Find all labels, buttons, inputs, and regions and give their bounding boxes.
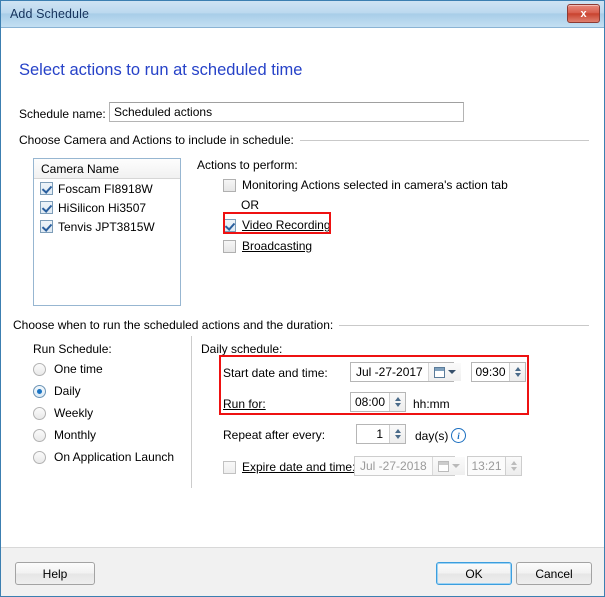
spinner-down-icon[interactable]	[514, 373, 521, 377]
spinner-down-icon[interactable]	[394, 435, 401, 439]
camera-list[interactable]: Camera Name Foscam FI8918W HiSilicon Hi3…	[33, 158, 181, 306]
list-item[interactable]: HiSilicon Hi3507	[34, 198, 180, 217]
radio-icon[interactable]	[33, 384, 46, 398]
radio-icon[interactable]	[33, 428, 46, 442]
radio-label: Weekly	[54, 406, 94, 420]
checkbox-icon[interactable]	[223, 460, 236, 474]
ok-button[interactable]: OK	[436, 562, 512, 585]
spinner-up-icon[interactable]	[394, 397, 401, 401]
column-divider	[191, 336, 192, 488]
start-time-value: 09:30	[475, 365, 506, 379]
title-bar: Add Schedule x	[1, 1, 604, 28]
repeat-after-every-label: Repeat after every:	[223, 428, 326, 442]
page-title: Select actions to run at scheduled time	[19, 61, 303, 79]
list-item[interactable]: Foscam FI8918W	[34, 179, 180, 198]
camera-name: Tenvis JPT3815W	[58, 219, 155, 234]
dialog-footer: Help OK Cancel	[1, 547, 604, 596]
repeat-interval-field[interactable]: 1	[356, 424, 406, 444]
start-date-field[interactable]: Jul -27-2017	[350, 362, 461, 382]
run-schedule-label: Run Schedule:	[33, 342, 112, 356]
radio-icon[interactable]	[33, 362, 46, 376]
spinner-up-icon[interactable]	[510, 461, 517, 465]
radio-label: On Application Launch	[54, 450, 175, 464]
run-for-field[interactable]: 08:00	[350, 392, 406, 412]
help-button[interactable]: Help	[15, 562, 95, 585]
start-date-time-label-text: Start date and time:	[223, 366, 328, 380]
checkbox-icon[interactable]	[223, 178, 236, 192]
calendar-dropdown-icon[interactable]	[427, 363, 461, 381]
start-date-time-label: Start date and time:	[223, 366, 328, 380]
run-for-value: 08:00	[354, 395, 386, 409]
checkbox-label: Monitoring Actions selected in camera's …	[242, 178, 508, 192]
spinner-icon[interactable]	[505, 457, 521, 475]
spinner-up-icon[interactable]	[394, 429, 401, 433]
checkbox-expire-date-time[interactable]: Expire date and time:	[223, 460, 355, 474]
radio-icon[interactable]	[33, 450, 46, 464]
radio-label: Monthly	[54, 428, 97, 442]
expire-date-field[interactable]: Jul -27-2018	[354, 456, 465, 476]
actions-to-perform-label: Actions to perform:	[197, 158, 298, 172]
schedule-name-input[interactable]	[109, 102, 464, 122]
radio-weekly[interactable]: Weekly	[33, 406, 93, 420]
calendar-icon	[437, 460, 449, 472]
when-group-caption: Choose when to run the scheduled actions…	[13, 318, 340, 332]
radio-on-application-launch[interactable]: On Application Launch	[33, 450, 174, 464]
spinner-icon[interactable]	[509, 363, 525, 381]
chevron-down-icon	[451, 464, 460, 468]
start-date-value: Jul -27-2017	[356, 365, 423, 379]
checkbox-broadcasting[interactable]: Broadcasting	[223, 239, 312, 253]
start-time-field[interactable]: 09:30	[471, 362, 526, 382]
or-separator-label: OR	[241, 198, 259, 212]
radio-label: Daily	[54, 384, 81, 398]
checkbox-icon[interactable]	[40, 220, 53, 233]
spinner-icon[interactable]	[389, 425, 405, 443]
radio-icon[interactable]	[33, 406, 46, 420]
info-icon[interactable]: i	[451, 428, 466, 443]
checkbox-video-recording[interactable]: Video Recording	[223, 218, 331, 232]
checkbox-monitoring-actions[interactable]: Monitoring Actions selected in camera's …	[223, 178, 508, 192]
checkbox-icon[interactable]	[40, 182, 53, 195]
repeat-interval-value: 1	[376, 427, 383, 441]
repeat-suffix: day(s)	[415, 429, 449, 443]
spinner-icon[interactable]	[389, 393, 405, 411]
camera-name: HiSilicon Hi3507	[58, 200, 147, 215]
radio-label: One time	[54, 362, 103, 376]
camera-list-header: Camera Name	[34, 159, 180, 179]
checkbox-icon[interactable]	[40, 201, 53, 214]
cancel-button[interactable]: Cancel	[516, 562, 592, 585]
checkbox-label: Expire date and time:	[242, 460, 356, 474]
spinner-up-icon[interactable]	[514, 367, 521, 371]
close-icon[interactable]: x	[567, 4, 600, 23]
spinner-down-icon[interactable]	[394, 403, 401, 407]
checkbox-icon[interactable]	[223, 218, 236, 232]
add-schedule-dialog: Add Schedule x Select actions to run at …	[0, 0, 605, 597]
checkbox-label: Broadcasting	[242, 239, 313, 253]
schedule-name-label: Schedule name:	[19, 107, 106, 121]
camera-group-caption: Choose Camera and Actions to include in …	[19, 133, 300, 147]
expire-time-field[interactable]: 13:21	[467, 456, 522, 476]
checkbox-icon[interactable]	[223, 239, 236, 253]
expire-time-value: 13:21	[471, 459, 502, 473]
calendar-icon	[433, 366, 445, 378]
list-item[interactable]: Tenvis JPT3815W	[34, 217, 180, 236]
radio-one-time[interactable]: One time	[33, 362, 103, 376]
chevron-down-icon	[447, 370, 456, 374]
radio-daily[interactable]: Daily	[33, 384, 81, 398]
dialog-content: Select actions to run at scheduled time …	[1, 28, 604, 547]
daily-schedule-label: Daily schedule:	[201, 342, 283, 356]
checkbox-label: Video Recording	[242, 218, 331, 232]
radio-monthly[interactable]: Monthly	[33, 428, 96, 442]
run-for-label: Run for:	[223, 397, 266, 411]
run-for-suffix: hh:mm	[413, 397, 450, 411]
spinner-down-icon[interactable]	[510, 467, 517, 471]
camera-name: Foscam FI8918W	[58, 181, 153, 196]
expire-date-value: Jul -27-2018	[360, 459, 427, 473]
window-title: Add Schedule	[10, 7, 90, 21]
calendar-dropdown-icon[interactable]	[431, 457, 465, 475]
